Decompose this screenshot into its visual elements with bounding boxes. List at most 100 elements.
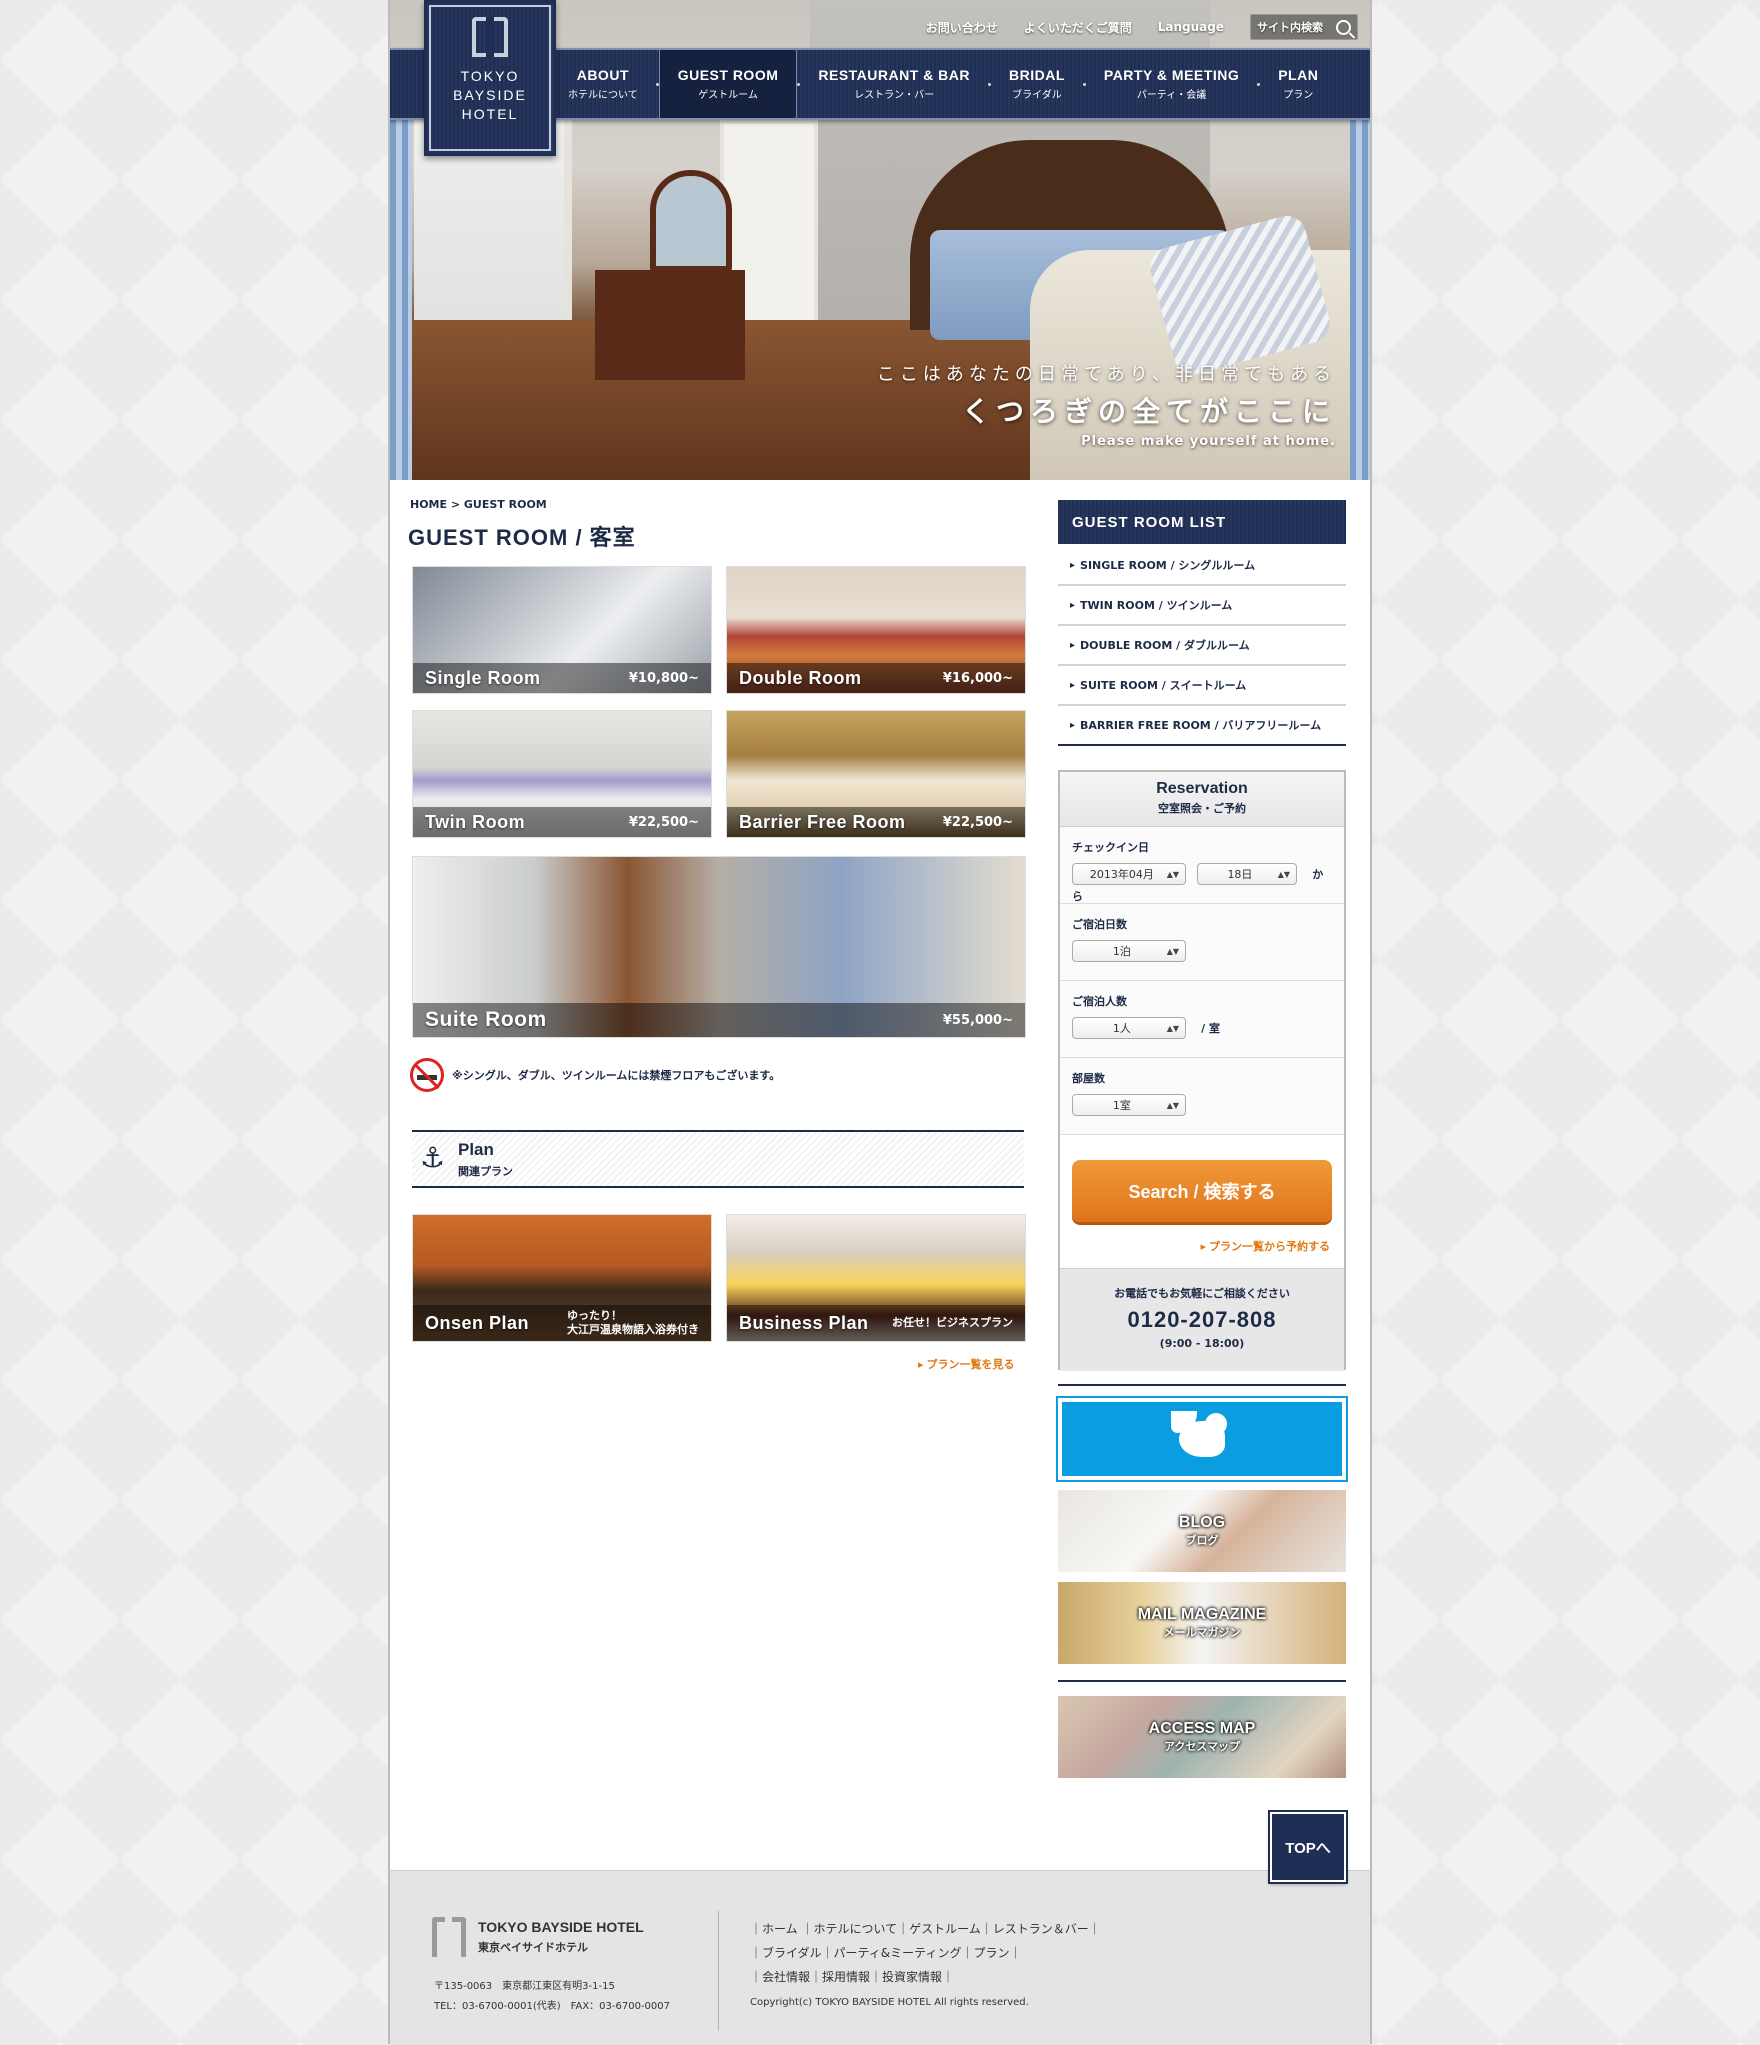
rooms-select[interactable]: 1室 ▲▼ xyxy=(1072,1094,1186,1116)
blog-banner[interactable]: BLOG ブログ xyxy=(1058,1490,1346,1572)
nav-plan[interactable]: PLAN プラン xyxy=(1260,50,1336,118)
mail-banner-subtitle: メールマガジン xyxy=(1163,1626,1241,1639)
plan-list-link[interactable]: プラン一覧を見る xyxy=(918,1356,1015,1372)
nav-plan-label: PLAN xyxy=(1278,67,1319,83)
room-price: ¥22,500~ xyxy=(628,814,699,830)
back-to-top-button[interactable]: TOPへ xyxy=(1268,1810,1348,1884)
site-search-input[interactable]: サイト内検索 xyxy=(1250,14,1358,40)
plan-reserve-link[interactable]: プラン一覧から予約する xyxy=(1200,1238,1330,1254)
phone-box: お電話でもお気軽にご相談ください 0120-207-808 (9:00 - 18… xyxy=(1060,1268,1344,1371)
site-search-placeholder: サイト内検索 xyxy=(1257,21,1323,34)
mail-magazine-banner[interactable]: MAIL MAGAZINE メールマガジン xyxy=(1058,1582,1346,1664)
select-arrow-icon: ▲▼ xyxy=(1166,1023,1179,1033)
sidebar-item-barrier-free[interactable]: BARRIER FREE ROOM / バリアフリールーム xyxy=(1058,706,1346,746)
contact-link[interactable]: お問い合わせ xyxy=(926,19,998,36)
plan-section-title: Plan xyxy=(458,1140,494,1159)
reservation-subtitle: 空室照会・ご予約 xyxy=(1158,802,1246,815)
nav-party-label: PARTY & MEETING xyxy=(1103,67,1240,83)
nav-restaurant-bar[interactable]: RESTAURANT & BAR レストラン・バー xyxy=(800,50,988,118)
page-title: GUEST ROOM / 客室 xyxy=(408,525,636,550)
search-button[interactable]: Search / 検索する xyxy=(1072,1160,1332,1222)
nav-plan-sublabel: プラン xyxy=(1283,90,1314,101)
plan-card-business[interactable]: Business Plan お任せ！ビジネスプラン xyxy=(726,1214,1026,1342)
plan-name: Business Plan xyxy=(739,1312,869,1333)
language-link[interactable]: Language xyxy=(1158,20,1224,34)
nav-party-meeting[interactable]: PARTY & MEETING パーティ・会議 xyxy=(1086,50,1257,118)
nights-select[interactable]: 1泊 ▲▼ xyxy=(1072,940,1186,962)
nav-guest-room[interactable]: GUEST ROOM ゲストルーム xyxy=(658,50,798,118)
breadcrumb[interactable]: HOME > GUEST ROOM xyxy=(410,498,547,511)
nav-bridal-label: BRIDAL xyxy=(1009,67,1065,83)
checkin-month-value: 2013年04月 xyxy=(1089,868,1154,881)
room-card-single[interactable]: Single Room ¥10,800~ xyxy=(412,566,712,694)
room-card-suite[interactable]: Suite Room ¥55,000~ xyxy=(412,856,1026,1038)
room-card-twin[interactable]: Twin Room ¥22,500~ xyxy=(412,710,712,838)
sidebar-item-twin[interactable]: TWIN ROOM / ツインルーム xyxy=(1058,586,1346,626)
reservation-panel: Reservation 空室照会・ご予約 チェックイン日 2013年04月 ▲▼ … xyxy=(1058,770,1346,1371)
room-card-barrier-free[interactable]: Barrier Free Room ¥22,500~ xyxy=(726,710,1026,838)
room-name: Barrier Free Room xyxy=(739,811,906,832)
plan-sub-line2: 大江戸温泉物語入浴券付き xyxy=(567,1323,699,1336)
footer-address: 〒135-0063 東京都江東区有明3-1-15 xyxy=(434,1981,615,1992)
footer-links: ｜ホーム ｜ホテルについて｜ゲストルーム｜レストラン＆バー｜ ｜ブライダル｜パー… xyxy=(750,1917,1101,1989)
phone-number[interactable]: 0120-207-808 xyxy=(1060,1307,1344,1333)
twitter-bird-icon xyxy=(1171,1411,1227,1457)
logo-line1: TOKYO xyxy=(460,68,520,84)
checkin-month-select[interactable]: 2013年04月 ▲▼ xyxy=(1072,863,1186,885)
plan-sub: ゆったり！ 大江戸温泉物語入浴券付き xyxy=(567,1309,699,1337)
hero-subline: Please make yourself at home. xyxy=(1081,434,1336,449)
faq-link[interactable]: よくいただくご質問 xyxy=(1024,19,1132,36)
utility-links: お問い合わせ よくいただくご質問 Language サイト内検索 xyxy=(926,14,1358,40)
footer: TOKYO BAYSIDE HOTEL 東京ベイサイドホテル 〒135-0063… xyxy=(390,1870,1370,2045)
nav-restaurant-label: RESTAURANT & BAR xyxy=(818,67,970,83)
room-name: Twin Room xyxy=(425,811,526,832)
nav-guest-room-label: GUEST ROOM xyxy=(677,67,779,83)
sidebar-item-single[interactable]: SINGLE ROOM / シングルルーム xyxy=(1058,546,1346,586)
footer-address-block: 〒135-0063 東京都江東区有明3-1-15 TEL：03-6700-000… xyxy=(434,1977,670,2017)
room-price: ¥10,800~ xyxy=(628,670,699,686)
nights-label: ご宿泊日数 xyxy=(1072,918,1127,931)
footer-links-row3[interactable]: ｜会社情報｜採用情報｜投資家情報｜ xyxy=(750,1965,1101,1989)
nonsmoking-text: ※シングル、ダブル、ツインルームには禁煙フロアもございます。 xyxy=(452,1069,781,1082)
blog-banner-title: BLOG xyxy=(1178,1514,1226,1531)
room-card-double[interactable]: Double Room ¥16,000~ xyxy=(726,566,1026,694)
nav-bridal-sublabel: ブライダル xyxy=(1012,90,1062,101)
anchor-icon: ⚓ xyxy=(420,1141,446,1174)
checkin-day-select[interactable]: 18日 ▲▼ xyxy=(1197,863,1298,885)
no-smoking-icon xyxy=(410,1058,444,1092)
blog-banner-subtitle: ブログ xyxy=(1185,1534,1219,1547)
plan-section-header: ⚓ Plan 関連プラン xyxy=(412,1130,1024,1188)
plan-name: Onsen Plan xyxy=(425,1312,530,1333)
nav-about[interactable]: ABOUT ホテルについて xyxy=(550,50,656,118)
page: お問い合わせ よくいただくご質問 Language サイト内検索 ABOUT ホ… xyxy=(388,0,1372,2045)
select-arrow-icon: ▲▼ xyxy=(1166,946,1179,956)
logo-line2: BAYSIDE xyxy=(453,87,527,103)
footer-hotel-name: TOKYO BAYSIDE HOTEL xyxy=(478,1919,644,1935)
room-price: ¥22,500~ xyxy=(942,814,1013,830)
nav-bridal[interactable]: BRIDAL ブライダル xyxy=(991,50,1083,118)
search-icon[interactable] xyxy=(1336,19,1351,35)
room-name: Double Room xyxy=(739,667,862,688)
rooms-value: 1室 xyxy=(1112,1099,1131,1112)
hotel-logo[interactable]: TOKYO BAYSIDE HOTEL xyxy=(424,0,556,156)
sidebar-item-double[interactable]: DOUBLE ROOM / ダブルルーム xyxy=(1058,626,1346,666)
guests-value: 1人 xyxy=(1112,1022,1131,1035)
footer-hotel-name-ja: 東京ベイサイドホテル xyxy=(478,1941,588,1954)
rooms-label: 部屋数 xyxy=(1072,1072,1105,1085)
plan-sub: お任せ！ビジネスプラン xyxy=(892,1316,1013,1329)
twitter-banner[interactable] xyxy=(1056,1396,1348,1482)
select-arrow-icon: ▲▼ xyxy=(1277,869,1291,879)
room-price: ¥55,000~ xyxy=(942,1012,1013,1028)
sidebar-item-suite[interactable]: SUITE ROOM / スイートルーム xyxy=(1058,666,1346,706)
footer-links-row1[interactable]: ｜ホーム ｜ホテルについて｜ゲストルーム｜レストラン＆バー｜ xyxy=(750,1917,1101,1941)
hero-tagline: ここはあなたの日常であり、非日常でもある xyxy=(876,364,1336,385)
guests-select[interactable]: 1人 ▲▼ xyxy=(1072,1017,1186,1039)
access-map-banner[interactable]: ACCESS MAP アクセスマップ xyxy=(1058,1696,1346,1778)
phone-note: お電話でもお気軽にご相談ください xyxy=(1114,1287,1290,1300)
hero-headline: くつろぎの全てがここに xyxy=(961,395,1336,428)
plan-section-subtitle: 関連プラン xyxy=(458,1165,513,1178)
room-name: Single Room xyxy=(425,667,541,688)
mail-banner-title: MAIL MAGAZINE xyxy=(1137,1606,1267,1623)
footer-links-row2[interactable]: ｜ブライダル｜パーティ&ミーティング｜プラン｜ xyxy=(750,1941,1101,1965)
plan-card-onsen[interactable]: Onsen Plan ゆったり！ 大江戸温泉物語入浴券付き xyxy=(412,1214,712,1342)
